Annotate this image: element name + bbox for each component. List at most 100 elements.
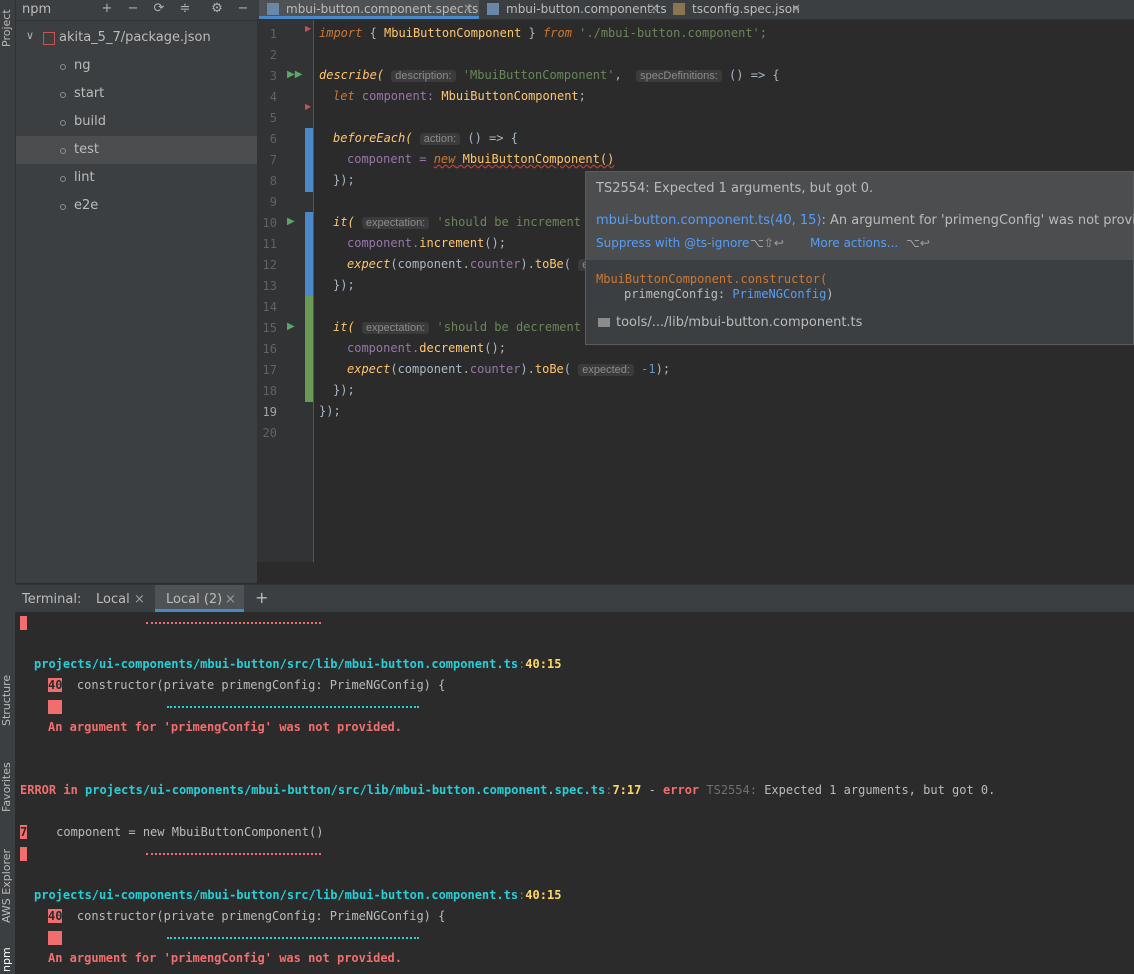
string-literal: 'should be increment c bbox=[436, 215, 596, 229]
editor-tab-bar: mbui-button.component.spec.ts × mbui-but… bbox=[257, 0, 1134, 20]
suppress-shortcut: ⌥⇧↩ bbox=[750, 236, 784, 250]
line-number: 6 bbox=[269, 132, 277, 146]
terminal-tab-local[interactable]: Local bbox=[96, 592, 130, 607]
structure-tool-button[interactable]: Structure bbox=[0, 665, 15, 735]
source-line: component = new MbuiButtonComponent() bbox=[27, 825, 324, 839]
script-item-ng[interactable]: ng bbox=[16, 52, 257, 80]
close-icon[interactable]: × bbox=[791, 1, 801, 15]
file-path: projects/ui-components/mbui-button/src/l… bbox=[34, 657, 519, 671]
aws-explorer-tool-button[interactable]: AWS Explorer bbox=[0, 838, 15, 933]
run-all-tests-icon[interactable]: ▶▶ bbox=[287, 69, 302, 80]
close-icon[interactable]: × bbox=[463, 1, 473, 15]
error-tooltip-popup: TS2554: Expected 1 arguments, but got 0.… bbox=[585, 171, 1134, 345]
npm-toolbar: npm + − ⟳ ≑ ⚙ − bbox=[16, 0, 257, 21]
code-line-10: it( expectation: 'should be increment c bbox=[333, 215, 595, 229]
variable: component. bbox=[347, 341, 420, 355]
error-word: error bbox=[663, 783, 700, 797]
close-icon[interactable]: × bbox=[649, 1, 659, 15]
code-line-19: }); bbox=[319, 404, 341, 418]
function-call: expect bbox=[347, 257, 391, 271]
code-line-4: let component: MbuiButtonComponent; bbox=[333, 89, 586, 103]
added-lines-marker[interactable] bbox=[305, 296, 313, 402]
code-line-3: describe( description: 'MbuiButtonCompon… bbox=[319, 68, 780, 82]
script-label: e2e bbox=[74, 198, 99, 213]
script-item-test[interactable]: test bbox=[16, 136, 257, 164]
parameter-hint: action: bbox=[419, 133, 461, 145]
script-icon bbox=[60, 64, 66, 70]
script-label: test bbox=[74, 142, 99, 157]
remove-icon[interactable]: − bbox=[125, 1, 141, 16]
code-line-15: it( expectation: 'should be decrement c bbox=[333, 320, 595, 334]
error-squiggle bbox=[167, 933, 419, 939]
tab-spec-ts[interactable]: mbui-button.component.spec.ts × bbox=[259, 0, 479, 19]
keyword-error: new bbox=[433, 152, 456, 166]
script-icon bbox=[60, 176, 66, 182]
add-icon[interactable]: + bbox=[99, 1, 115, 16]
script-item-start[interactable]: start bbox=[16, 80, 257, 108]
parameter-hint: description: bbox=[391, 70, 456, 82]
script-label: lint bbox=[74, 170, 95, 185]
run-test-icon[interactable]: ▶ bbox=[287, 321, 295, 332]
favorites-tool-button[interactable]: Favorites bbox=[0, 752, 15, 822]
npm-tool-button[interactable]: npm bbox=[0, 945, 15, 974]
run-test-icon[interactable]: ▶ bbox=[287, 216, 295, 227]
error-squiggle bbox=[146, 849, 321, 855]
project-tool-button[interactable]: Project bbox=[0, 2, 15, 54]
error-highlight[interactable]: MbuiButtonComponent() bbox=[455, 152, 615, 166]
more-actions-shortcut: ⌥↩ bbox=[906, 236, 930, 250]
keyword: import bbox=[319, 26, 363, 40]
line-number: 9 bbox=[269, 195, 277, 209]
chevron-down-icon[interactable]: ∨ bbox=[26, 29, 34, 42]
new-terminal-button[interactable]: + bbox=[255, 588, 268, 607]
more-actions-link[interactable]: More actions... bbox=[810, 236, 898, 250]
code-text: , bbox=[614, 68, 622, 82]
hide-icon[interactable]: − bbox=[235, 1, 251, 16]
script-item-build[interactable]: build bbox=[16, 108, 257, 136]
file-location: 40:15 bbox=[525, 657, 562, 671]
related-location-link[interactable]: mbui-button.component.ts(40, 15) bbox=[596, 213, 822, 228]
close-icon[interactable]: × bbox=[134, 592, 145, 607]
code-line-8: }); bbox=[333, 173, 355, 187]
terminal-output[interactable]: projects/ui-components/mbui-button/src/l… bbox=[15, 612, 1134, 974]
keyword: let bbox=[333, 89, 355, 103]
tab-component-ts[interactable]: mbui-button.component.ts × bbox=[479, 0, 667, 19]
function-call: beforeEach( bbox=[333, 131, 413, 145]
code-line-6: beforeEach( action: () => { bbox=[333, 131, 518, 145]
string-literal: 'should be decrement c bbox=[436, 320, 596, 334]
parameter-hint: expected: bbox=[578, 364, 634, 376]
line-number: 4 bbox=[269, 90, 277, 104]
code-text: ; bbox=[578, 89, 586, 103]
property: counter bbox=[469, 257, 521, 271]
tab-label: mbui-button.component.spec.ts bbox=[286, 2, 479, 16]
suppress-action-link[interactable]: Suppress with @ts-ignore bbox=[596, 236, 749, 250]
code-line-12: expect(component.counter).toBe( ex bbox=[347, 257, 598, 271]
json-file-icon bbox=[673, 3, 685, 15]
code-line-16: component.decrement(); bbox=[347, 341, 506, 355]
npm-package-icon bbox=[43, 32, 55, 45]
script-item-e2e[interactable]: e2e bbox=[16, 192, 257, 220]
variable: component = bbox=[347, 152, 434, 166]
collapse-all-icon[interactable]: ≑ bbox=[177, 1, 193, 16]
line-number: 1 bbox=[269, 27, 277, 41]
tab-label: mbui-button.component.ts bbox=[506, 2, 667, 16]
code-text: ); bbox=[655, 362, 671, 376]
line-number-badge: 40 bbox=[48, 678, 63, 692]
signature-type-link[interactable]: PrimeNGConfig bbox=[732, 287, 826, 301]
line-number: 2 bbox=[269, 48, 277, 62]
package-json-node[interactable]: ∨ akita_5_7/package.json bbox=[16, 24, 257, 52]
error-code: TS2554: bbox=[699, 783, 765, 797]
line-number: 20 bbox=[262, 426, 277, 440]
tab-tsconfig-spec[interactable]: tsconfig.spec.json × bbox=[665, 0, 815, 19]
error-message: An argument for 'primengConfig' was not … bbox=[48, 720, 403, 734]
changed-lines-marker[interactable] bbox=[305, 128, 313, 192]
code-text: ). bbox=[520, 362, 535, 376]
changed-lines-marker[interactable] bbox=[305, 212, 313, 297]
script-item-lint[interactable]: lint bbox=[16, 164, 257, 192]
folder-icon bbox=[598, 318, 610, 327]
reload-icon[interactable]: ⟳ bbox=[151, 1, 167, 16]
script-label: start bbox=[74, 86, 105, 101]
method-call: toBe bbox=[534, 257, 564, 271]
gear-icon[interactable]: ⚙ bbox=[209, 1, 225, 16]
close-icon[interactable]: × bbox=[225, 592, 236, 607]
error-message: An argument for 'primengConfig' was not … bbox=[48, 951, 403, 965]
